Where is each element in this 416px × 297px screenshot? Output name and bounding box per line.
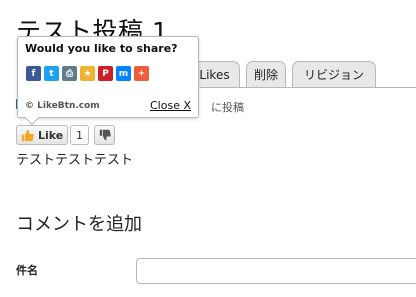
twitter-icon[interactable]: t [44,66,59,81]
tab-revisions[interactable]: リビジョン [292,61,376,87]
likebtn-brand[interactable]: © LikeBtn.com [25,101,100,111]
messenger-icon[interactable]: m [116,66,131,81]
submitted-meta: に投稿 [211,101,244,114]
share-icons: f t ⎙ ★ Pm + [26,66,149,81]
subject-input[interactable] [136,258,416,284]
facebook-icon[interactable]: f [26,66,41,81]
print-icon[interactable]: ⎙ [62,66,77,81]
like-count: 1 [70,125,89,145]
close-popup-button[interactable]: Close X [150,99,191,112]
like-label: Like [38,128,64,142]
share-popup: Would you like to share? f t ⎙ ★ Pm + © LikeB… [17,36,199,126]
node-tabs: Likes 削除 リビジョン [190,61,416,87]
thumbs-down-icon [99,126,111,145]
dislike-button[interactable] [94,125,115,145]
comment-section-title: コメントを追加 [16,214,142,235]
node-body: テストテストテスト [16,153,134,168]
more-icon[interactable]: + [134,66,149,81]
like-button[interactable]: Like [16,125,68,145]
share-popup-title: Would you like to share? [25,42,178,55]
tab-delete[interactable]: 削除 [246,61,286,87]
thumbs-up-icon [21,129,34,142]
tabs-divider [200,87,416,88]
favorite-icon[interactable]: ★ [80,66,95,81]
popup-arrow [24,110,40,126]
subject-label: 件名 [16,264,38,277]
pinterest-icon[interactable]: P [98,66,113,81]
